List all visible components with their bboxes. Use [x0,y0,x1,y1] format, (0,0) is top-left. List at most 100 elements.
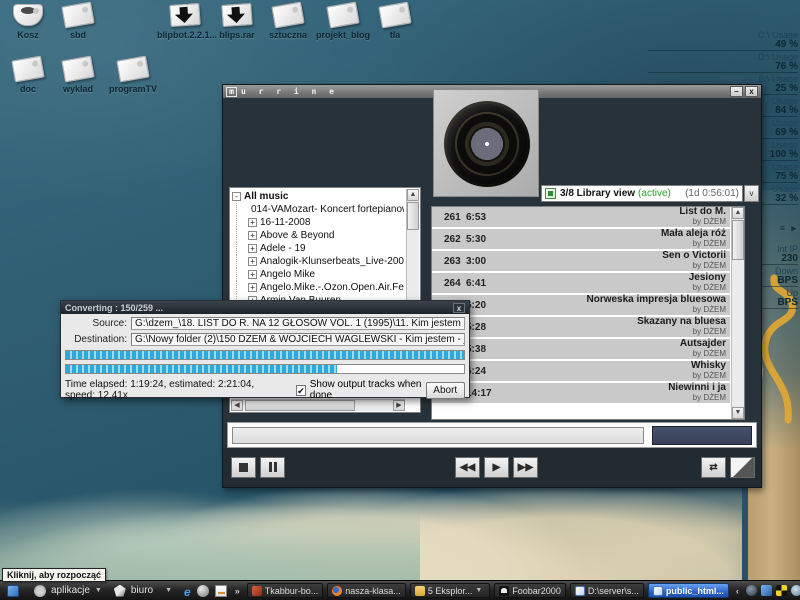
menu-label: aplikacje [51,585,90,596]
task-foobar2000[interactable]: Foobar2000 [494,583,566,598]
playlist-row[interactable]: 266 5:28 Skazany na bluesa by DŻEM [432,317,730,337]
tree-item[interactable]: + Above & Beyond [232,229,404,242]
show-output-checkbox[interactable]: ✔ Show output tracks when done [296,379,425,401]
task-server-notes[interactable]: D:\server\s... [570,583,644,598]
stop-button[interactable] [231,457,256,478]
scrollbar-thumb[interactable] [732,220,744,260]
collapse-icon[interactable]: - [232,192,241,201]
expand-icon[interactable]: + [248,218,257,227]
chevron-down-icon: ▼ [95,587,102,594]
checkbox-check-icon[interactable]: ✔ [296,385,306,396]
pause-button[interactable] [260,457,285,478]
close-icon[interactable]: x [453,303,465,313]
playlist-row[interactable]: 267 5:38 Autsajder by DŻEM [432,339,730,359]
messenger-tray-icon[interactable] [761,585,772,596]
converting-titlebar[interactable]: Converting : 150/259 ... x [61,301,469,314]
task-label: Tkabbur-bo... [265,586,319,596]
task-tkabbur[interactable]: Tkabbur-bo... [247,583,324,598]
playlist-row[interactable]: 262 5:30 Mała aleja róż by DŻEM [432,229,730,249]
minimize-button[interactable]: – [730,86,743,97]
source-path-field[interactable]: G:\dzem_\18. LIST DO R. NA 12 GŁOSÓW VOL… [131,317,465,330]
seek-bar[interactable] [232,427,644,444]
track-artist: by DŻEM [661,239,726,249]
window-menu-icon[interactable]: m [226,87,237,97]
playlist-row[interactable]: 269 14:17 Niewinni i ja by DŻEM [432,383,730,403]
repeat-button[interactable]: ⇄ [701,457,726,478]
scrollbar-thumb[interactable] [407,202,419,230]
expand-icon[interactable]: + [248,283,257,292]
desktop-icon-sztuczna[interactable]: sztuczna [260,4,316,40]
murrine-player-window: m u r r i n e – x - All music 014-VAMoza… [222,84,762,488]
desktop-icon-blipbot[interactable]: blipbot.2.2.1... [157,4,213,40]
playlist-scrollbar[interactable]: ▲ ▼ [731,207,744,419]
next-button[interactable]: ▶▶ [513,457,538,478]
destination-path-field[interactable]: G:\Nowy folder (2)\150 DŻEM & WOJCIECH W… [131,333,465,346]
playlist-row[interactable]: 264 6:41 Jesiony by DŻEM [432,273,730,293]
browser-icon[interactable]: e [184,585,191,597]
expand-icon[interactable]: + [248,231,257,240]
playlist-header[interactable]: 3/8 Library view (active) (1d 0:56:01) [541,185,743,202]
playlist-combo-button[interactable]: v [744,185,759,202]
desktop-icon-tla[interactable]: tla [367,4,423,40]
applications-menu-icon[interactable] [34,585,46,597]
checkered-tray-icon[interactable] [776,585,787,596]
tree-guide [236,268,248,281]
quicklaunch-overflow-icon[interactable]: » [235,586,240,596]
scroll-up-icon[interactable]: ▲ [732,207,744,219]
task-explorer-group[interactable]: 5 Eksplor... ▼ [410,583,490,598]
sphere-app-icon[interactable] [197,585,209,597]
playlist-row[interactable]: 265 6:20 Norweska impresja bluesowa by D… [432,295,730,315]
desktop-icon-doc[interactable]: doc [0,58,56,94]
track-title: List do M. [679,207,726,217]
scroll-left-icon[interactable]: ◀ [231,400,243,411]
tree-item[interactable]: + 16-11-2008 [232,216,404,229]
task-nasza-klasa[interactable]: nasza-klasa... [327,583,406,598]
close-button[interactable]: x [745,86,758,97]
desktop-icon-wyklad[interactable]: wyklad [50,58,106,94]
total-progress-bar [65,350,465,360]
tree-item-label: 16-11-2008 [260,216,310,229]
icon-label: sztuczna [260,30,316,40]
folder-icon [415,586,425,596]
tree-guide [236,242,248,255]
tree-item[interactable]: + Angelo Mike [232,268,404,281]
abort-button[interactable]: Abort [426,382,466,399]
tree-item[interactable]: 014-VAMozart- Koncert fortepianowy.mp3 [232,203,404,216]
previous-button[interactable]: ◀◀ [455,457,480,478]
playlist-duration: (1d 0:56:01) [685,188,739,199]
tree-root[interactable]: - All music [232,190,404,203]
play-button[interactable]: ▶ [484,457,509,478]
office-menu[interactable]: biuro ▼ [129,585,175,596]
expand-icon[interactable]: + [248,257,257,266]
expand-icon[interactable]: + [248,244,257,253]
desktop-icon-blips-rar[interactable]: blips.rar [209,4,265,40]
globe-tray-icon[interactable] [791,585,800,596]
tray-collapse-icon[interactable]: ‹ [736,586,739,596]
expand-icon[interactable]: + [248,270,257,279]
playlist-row[interactable]: 263 3:00 Sen o Victorii by DŻEM [432,251,730,271]
spectrum-display[interactable] [652,426,752,445]
scrollbar-thumb[interactable] [245,400,355,411]
crossfade-button[interactable] [730,457,755,478]
tree-item[interactable]: + Adele - 19 [232,242,404,255]
office-menu-icon[interactable] [114,585,126,597]
total-progress-fill [66,351,464,359]
start-button[interactable] [7,585,19,597]
desktop-icon-projekt-blog[interactable]: projekt_blog [315,4,371,40]
desktop-icon-programtv[interactable]: programTV [105,58,161,94]
desktop-icon-kosz[interactable]: Kosz [0,4,56,40]
drive-usage-value: 76 % [648,62,798,73]
tree-item[interactable]: + Angelo.Mike.-.Ozon.Open.Air.Festival.2… [232,281,404,294]
track-artist: by DŻEM [637,327,726,337]
tree-item[interactable]: + Analogik-Klunserbeats_Live-2008-pLAN9 [232,255,404,268]
playlist-row[interactable]: 268 6:24 Whisky by DŻEM [432,361,730,381]
task-public-html[interactable]: public_html... [648,583,729,598]
notepad-icon[interactable] [215,585,227,597]
scroll-up-icon[interactable]: ▲ [407,189,419,201]
scroll-down-icon[interactable]: ▼ [732,407,744,419]
opera-tray-icon[interactable] [746,585,757,596]
applications-menu[interactable]: aplikacje ▼ [49,585,105,596]
playlist-row[interactable]: 261 6:53 List do M. by DŻEM [432,207,730,227]
scroll-right-icon[interactable]: ▶ [393,400,405,411]
desktop-icon-sbd[interactable]: sbd [50,4,106,40]
